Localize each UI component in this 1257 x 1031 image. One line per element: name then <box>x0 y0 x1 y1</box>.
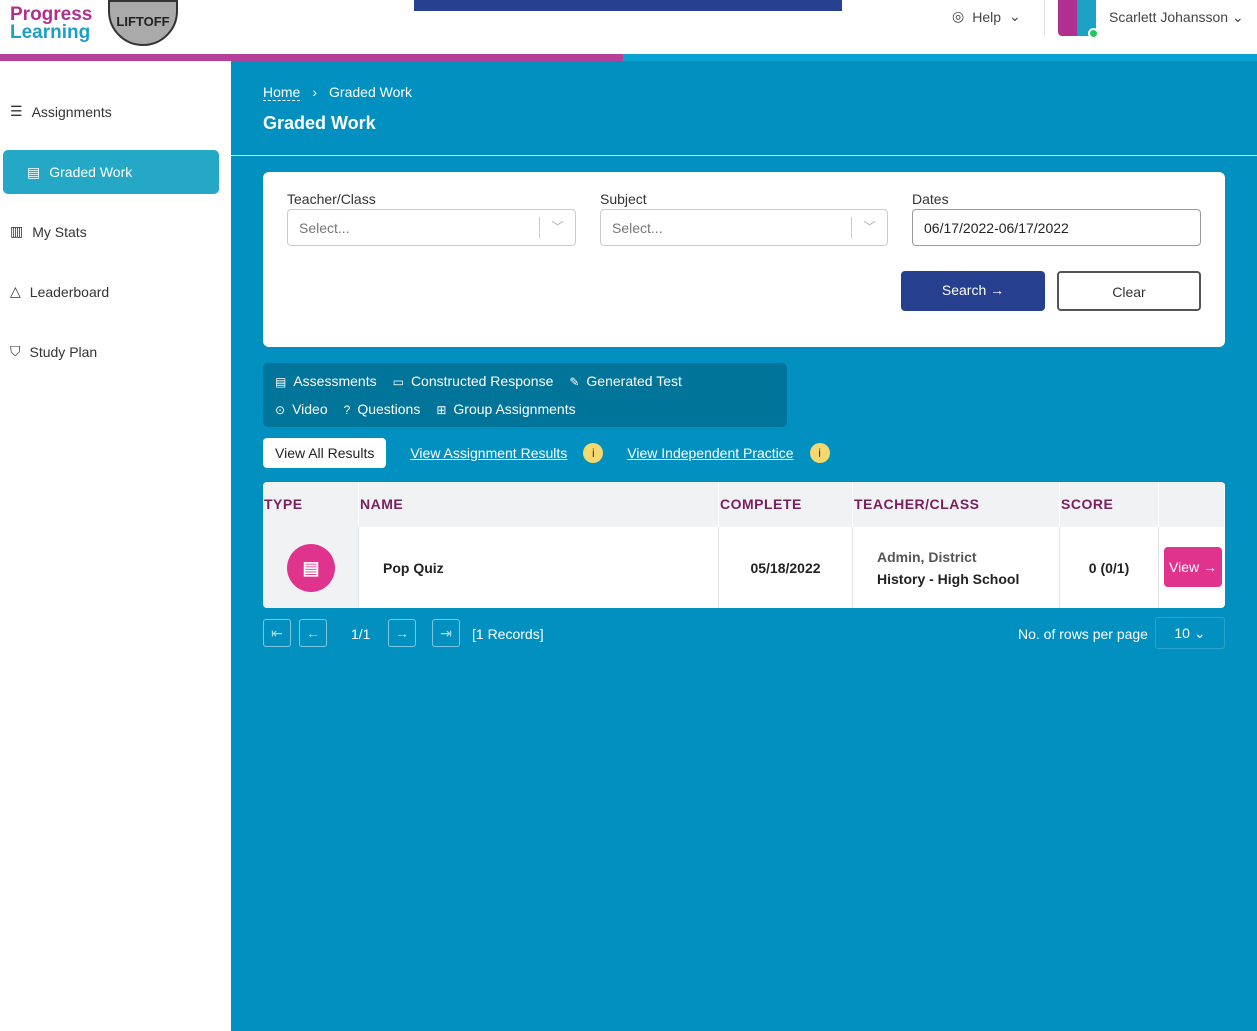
arrow-right-icon: → <box>990 282 1005 298</box>
chevron-down-icon: ⌄ <box>1193 625 1206 641</box>
first-page-button[interactable]: ⇤ <box>263 619 291 647</box>
avatar[interactable] <box>1058 0 1099 39</box>
chevron-down-icon: ﹀ <box>539 217 575 238</box>
progress-learning-logo[interactable]: Progress Learning <box>10 5 92 42</box>
dates-input[interactable]: 06/17/2022-06/17/2022 <box>912 209 1201 246</box>
page-indicator: 1/1 <box>351 626 371 642</box>
sidebar-item-graded-work[interactable]: ▤ Graded Work <box>3 150 219 194</box>
stack-icon: ☰ <box>10 103 23 119</box>
chevron-down-icon: ⌄ <box>1231 9 1244 25</box>
view-tabs: View All Results View Assignment Results… <box>263 438 830 468</box>
plus-square-icon: ⊞ <box>436 403 447 417</box>
accent-bar <box>623 54 1257 61</box>
sidebar-item-my-stats[interactable]: ▥ My Stats <box>10 223 87 240</box>
edit-icon: ✎ <box>569 375 580 389</box>
tab-view-all-results[interactable]: View All Results <box>263 438 387 468</box>
play-icon: ⊙ <box>275 403 286 417</box>
divider <box>231 155 1257 156</box>
results-table: TYPE NAME COMPLETE TEACHER/CLASS SCORE ▤… <box>263 482 1225 608</box>
legend-video: ⊙ Video <box>275 401 328 417</box>
header-complete: COMPLETE <box>719 482 853 527</box>
cell-complete: 05/18/2022 <box>719 527 853 608</box>
lifebuoy-icon: ◎ <box>952 8 965 24</box>
user-menu[interactable]: Scarlett Johansson ⌄ <box>1109 9 1244 26</box>
main-content: Home › Graded Work Graded Work Teacher/Cla… <box>231 61 1257 1031</box>
last-page-button[interactable]: ⇥ <box>432 619 460 647</box>
type-legend: ▤ Assessments ▭ Constructed Response ✎ Gene… <box>263 363 787 427</box>
banner <box>414 0 842 11</box>
header-teacher-class: TEACHER/CLASS <box>853 482 1060 527</box>
filter-card: Teacher/Class Select... ﹀ Subject Select.… <box>263 172 1225 347</box>
liftoff-badge: LIFTOFF <box>108 0 178 46</box>
sidebar-item-study-plan[interactable]: ⛉ Study Plan <box>10 343 97 360</box>
document-icon: ▭ <box>392 375 404 389</box>
info-icon[interactable]: i <box>583 443 604 463</box>
subject-select[interactable]: Select... ﹀ <box>600 209 888 246</box>
info-icon[interactable]: i <box>809 443 830 463</box>
cell-teacher-class: Admin, District History - High School <box>853 527 1060 608</box>
next-page-button[interactable]: → <box>388 619 416 647</box>
view-button[interactable]: View → <box>1164 547 1222 587</box>
divider <box>1044 0 1045 36</box>
tab-view-independent-practice[interactable]: View Independent Practice <box>627 445 793 461</box>
legend-constructed-response: ▭ Constructed Response <box>392 373 554 389</box>
records-count: [1 Records] <box>472 626 544 642</box>
search-button[interactable]: Search → <box>901 271 1045 311</box>
question-icon: ? <box>343 403 351 417</box>
accent-bar <box>0 54 623 61</box>
rows-per-page-select[interactable]: 10 ⌄ <box>1155 617 1225 649</box>
triangle-icon: △ <box>10 283 21 299</box>
subject-label: Subject <box>600 191 647 207</box>
legend-questions: ? Questions <box>343 401 421 417</box>
header-type: TYPE <box>263 482 359 527</box>
chevron-down-icon: ﹀ <box>851 217 887 238</box>
clear-button[interactable]: Clear <box>1057 271 1201 311</box>
list-icon: ▤ <box>275 375 287 389</box>
legend-group-assignments: ⊞ Group Assignments <box>436 401 576 417</box>
arrow-right-icon: → <box>1202 559 1217 575</box>
checklist-icon: ▤ <box>27 163 41 180</box>
legend-assessments: ▤ Assessments <box>275 373 377 389</box>
basket-icon: ⛉ <box>10 343 21 359</box>
dates-label: Dates <box>912 191 949 207</box>
cell-score: 0 (0/1) <box>1060 527 1159 608</box>
chart-icon: ▥ <box>10 223 24 239</box>
online-status-icon <box>1088 28 1099 39</box>
cell-name: Pop Quiz <box>359 527 719 608</box>
header-action <box>1159 482 1225 527</box>
header-name: NAME <box>359 482 719 527</box>
teacher-select[interactable]: Select... ﹀ <box>287 209 576 246</box>
rows-per-page-label: No. of rows per page <box>1018 626 1148 642</box>
teacher-label: Teacher/Class <box>287 191 376 207</box>
breadcrumb: Home › Graded Work <box>263 84 413 101</box>
tab-view-assignment-results[interactable]: View Assignment Results <box>410 445 567 461</box>
prev-page-button[interactable]: ← <box>299 619 327 647</box>
sidebar: ☰ Assignments ▤ Graded Work ▥ My Stats △ Lea… <box>0 61 231 1031</box>
header-score: SCORE <box>1060 482 1159 527</box>
help-menu[interactable]: ◎ Help ⌄ <box>952 8 1021 25</box>
assessment-type-icon: ▤ <box>287 543 335 592</box>
legend-generated-test: ✎ Generated Test <box>569 373 682 389</box>
sidebar-item-leaderboard[interactable]: △ Leaderboard <box>10 283 109 300</box>
top-bar: Progress Learning LIFTOFF ◎ Help ⌄ Scarlett… <box>0 0 1257 54</box>
breadcrumb-home[interactable]: Home <box>263 84 301 101</box>
page-title: Graded Work <box>263 113 376 133</box>
chevron-down-icon: ⌄ <box>1009 8 1021 24</box>
sidebar-item-assignments[interactable]: ☰ Assignments <box>10 103 112 120</box>
chevron-right-icon: › <box>312 84 318 100</box>
